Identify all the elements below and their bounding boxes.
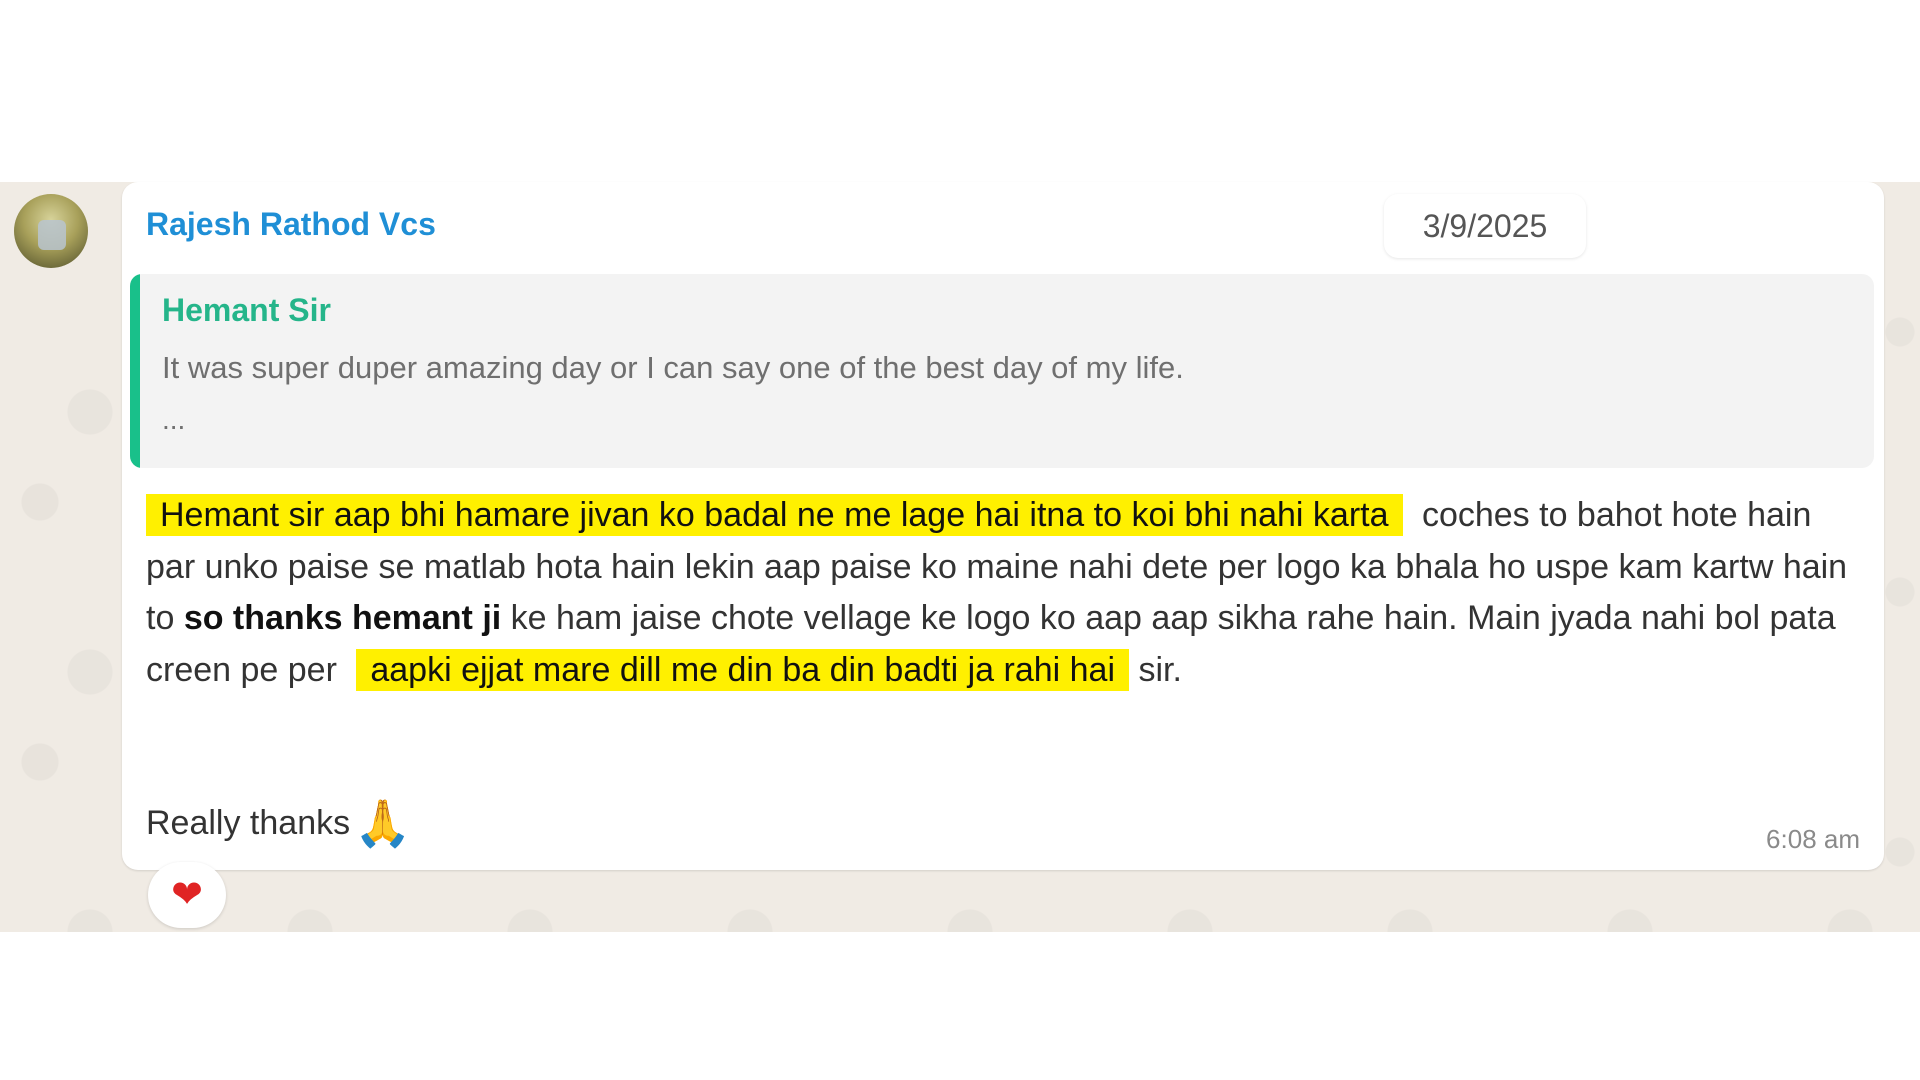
bold-thanks-text: so thanks hemant ji <box>183 599 502 637</box>
message-bubble[interactable]: Rajesh Rathod Vcs 3/9/2025 Hemant Sir It… <box>122 182 1884 870</box>
sender-name[interactable]: Rajesh Rathod Vcs <box>146 206 436 243</box>
avatar-photo-detail <box>38 220 66 250</box>
sender-avatar[interactable] <box>14 194 88 268</box>
highlighted-text-2: aapki ejjat mare dill me din ba din badt… <box>356 648 1130 691</box>
highlighted-text-1: Hemant sir aap bhi hamare jivan ko badal… <box>146 494 1403 536</box>
closing-line: Really thanks 🙏 <box>146 796 411 851</box>
quoted-message[interactable]: Hemant Sir It was super duper amazing da… <box>130 274 1874 468</box>
message-part-3: sir. <box>1138 650 1182 689</box>
message-time: 6:08 am <box>1766 824 1860 854</box>
chat-area: Rajesh Rathod Vcs 3/9/2025 Hemant Sir It… <box>0 182 1920 932</box>
closing-text: Really thanks <box>146 804 351 842</box>
quote-accent-bar <box>130 274 140 468</box>
quote-author: Hemant Sir <box>162 292 331 328</box>
message-text: Hemant sir aap bhi hamare jivan ko badal… <box>146 490 1866 696</box>
quote-ellipsis: ... <box>162 404 186 435</box>
date-chip: 3/9/2025 <box>1384 194 1586 258</box>
folded-hands-icon: 🙏 <box>354 797 412 849</box>
reaction-badge[interactable]: ❤ <box>148 862 226 928</box>
heart-icon: ❤ <box>171 874 203 916</box>
quote-text: It was super duper amazing day or I can … <box>162 350 1184 385</box>
